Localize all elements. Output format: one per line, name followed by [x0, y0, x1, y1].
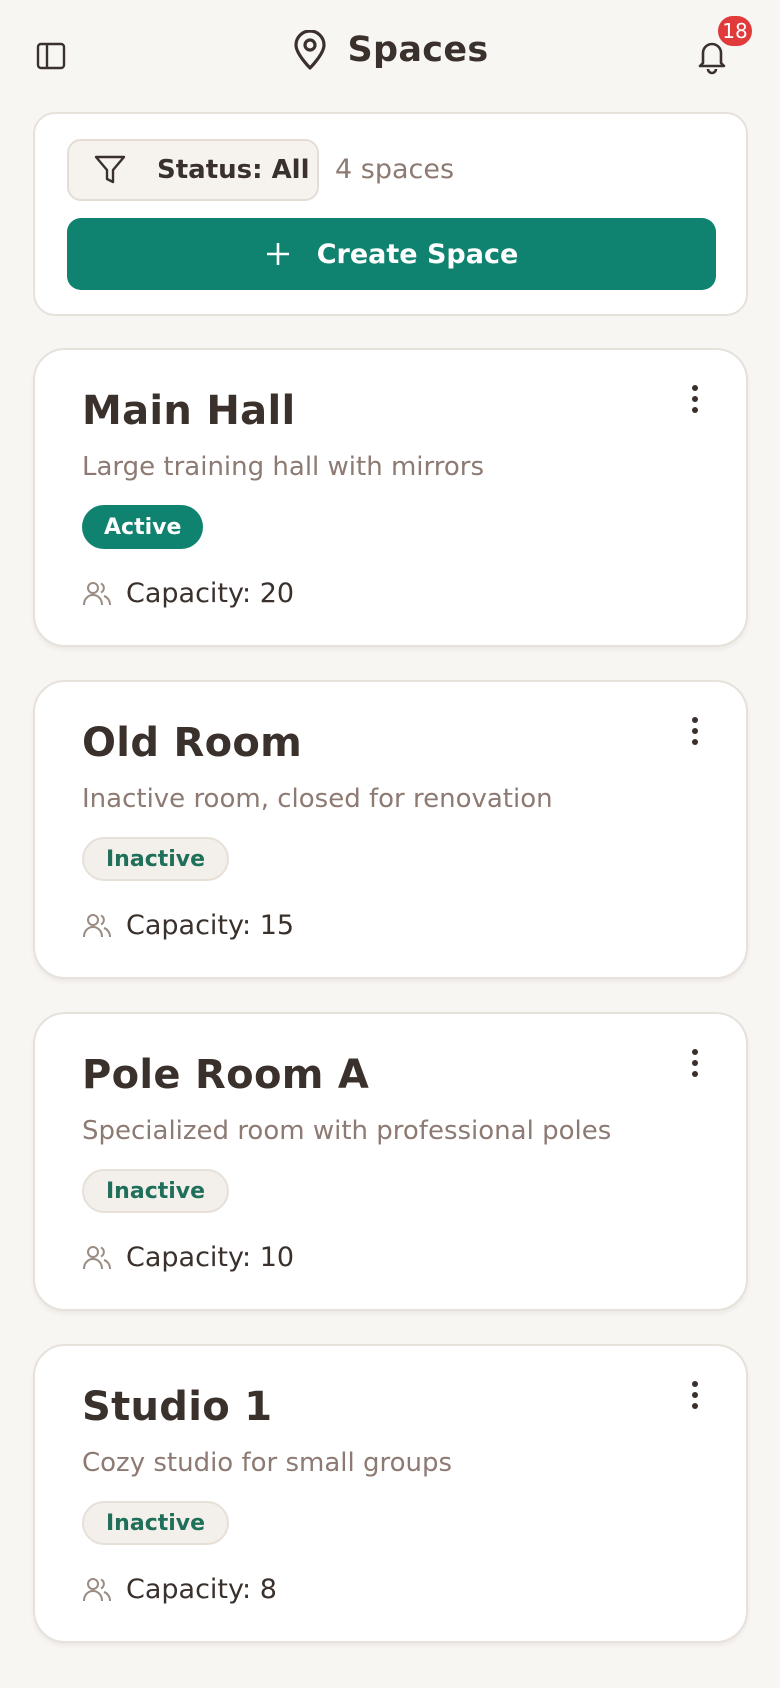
status-filter-button[interactable]: Status: All	[67, 139, 319, 201]
capacity-text: Capacity: 20	[126, 578, 295, 609]
filter-icon	[94, 155, 126, 184]
capacity-info: Capacity: 8	[82, 1574, 277, 1605]
space-name: Old Room	[82, 720, 303, 766]
users-icon	[83, 581, 111, 605]
capacity-text: Capacity: 8	[126, 1574, 277, 1605]
space-name: Main Hall	[82, 388, 296, 434]
status-badge: Inactive	[82, 1169, 230, 1213]
more-options-icon[interactable]	[685, 1380, 705, 1410]
app-header: Spaces 18	[0, 0, 780, 112]
space-name: Studio 1	[82, 1384, 273, 1430]
more-options-icon[interactable]	[685, 716, 705, 746]
capacity-info: Capacity: 20	[82, 578, 294, 609]
space-description: Inactive room, closed for renovation	[82, 784, 553, 814]
space-card[interactable]: Old Room Inactive room, closed for renov…	[33, 680, 748, 979]
page-title: Spaces	[347, 30, 489, 70]
capacity-text: Capacity: 10	[126, 1242, 295, 1273]
capacity-text: Capacity: 15	[126, 910, 295, 941]
create-space-label: Create Space	[316, 238, 519, 270]
capacity-info: Capacity: 15	[82, 910, 294, 941]
space-name: Pole Room A	[82, 1052, 370, 1098]
users-icon	[83, 913, 111, 937]
create-space-button[interactable]: Create Space	[67, 218, 716, 290]
page-title-group: Spaces	[0, 30, 780, 70]
users-icon	[83, 1245, 111, 1269]
status-filter-label: Status: All	[157, 155, 310, 185]
capacity-info: Capacity: 10	[82, 1242, 294, 1273]
more-options-icon[interactable]	[685, 384, 705, 414]
notification-badge: 18	[716, 14, 754, 48]
space-description: Cozy studio for small groups	[82, 1448, 453, 1478]
space-description: Large training hall with mirrors	[82, 452, 484, 482]
spaces-count: 4 spaces	[335, 154, 455, 185]
space-card[interactable]: Pole Room A Specialized room with profes…	[33, 1012, 748, 1311]
toolbar-card: Status: All 4 spaces Create Space	[33, 112, 748, 316]
space-card[interactable]: Main Hall Large training hall with mirro…	[33, 348, 748, 647]
space-description: Specialized room with professional poles	[82, 1116, 612, 1146]
status-badge: Inactive	[82, 837, 230, 881]
plus-icon	[266, 243, 289, 265]
more-options-icon[interactable]	[685, 1048, 705, 1078]
map-pin-icon	[293, 30, 326, 70]
status-badge: Active	[82, 505, 204, 549]
users-icon	[83, 1577, 111, 1601]
space-card[interactable]: Studio 1 Cozy studio for small groups In…	[33, 1344, 748, 1643]
status-badge: Inactive	[82, 1501, 230, 1545]
